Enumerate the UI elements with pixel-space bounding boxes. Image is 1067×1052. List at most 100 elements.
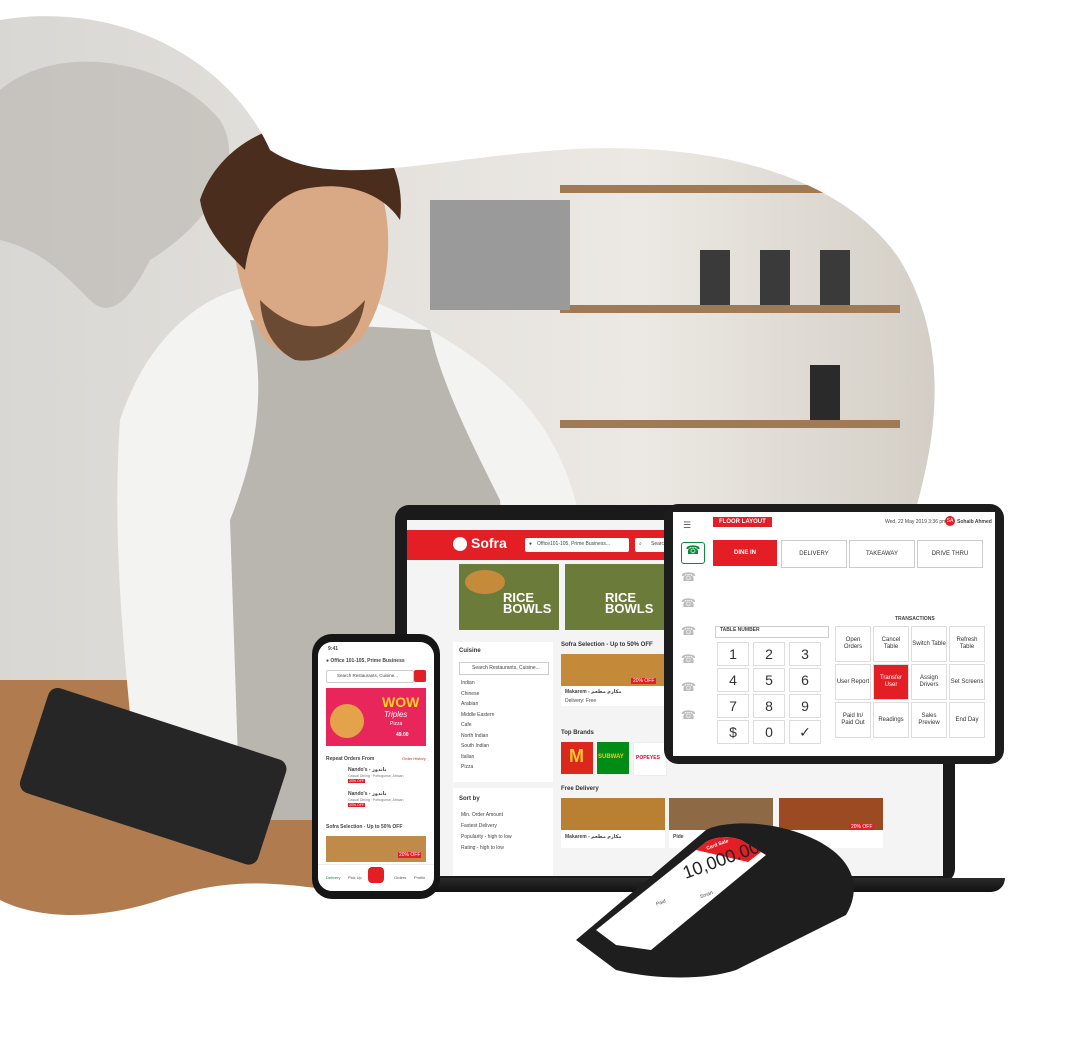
set-screens-button[interactable]: Set Screens	[949, 664, 985, 700]
banner-title-2: RICE BOWLS	[605, 591, 653, 615]
phone-icon[interactable]: ☎	[681, 680, 696, 694]
location-select[interactable]: ● Office101-105, Prime Business...	[525, 538, 629, 552]
tab-orders[interactable]: Orders	[394, 875, 406, 880]
mode-dine-in[interactable]: DINE IN	[713, 540, 777, 566]
table-number-input[interactable]: TABLE NUMBER	[715, 626, 829, 638]
mode-delivery[interactable]: DELIVERY	[781, 540, 847, 568]
banner-title: RICE BOWLS	[503, 591, 551, 615]
search-icon: ⌕	[639, 541, 642, 547]
discount-badge: 20% OFF	[398, 852, 422, 858]
phone-icon[interactable]: ☎	[681, 596, 696, 610]
menu-icon[interactable]: ☰	[683, 520, 691, 531]
tablet-screen: ☰ FLOOR LAYOUT Wed, 22 May 2019 3:36 pm …	[673, 512, 995, 756]
cuisine-item[interactable]: Middle Eastern	[461, 712, 494, 723]
floor-layout-button[interactable]: FLOOR LAYOUT	[713, 517, 772, 527]
tab-profile[interactable]: Profile	[414, 875, 425, 880]
keypad-3[interactable]: 3	[789, 642, 821, 666]
mode-takeaway[interactable]: TAKEAWAY	[849, 540, 915, 568]
filter-icon[interactable]	[414, 670, 426, 682]
cuisine-item[interactable]: Cafe	[461, 722, 494, 733]
sort-title: Sort by	[459, 796, 480, 802]
switch-table-button[interactable]: Switch Table	[911, 626, 947, 662]
sort-option[interactable]: Fastest Delivery	[461, 823, 512, 834]
cuisine-title: Cuisine	[459, 648, 481, 654]
sort-option[interactable]: Rating - high to low	[461, 845, 512, 856]
cuisine-item[interactable]: Indian	[461, 680, 494, 691]
cart-button[interactable]	[368, 867, 384, 883]
keypad-6[interactable]: 6	[789, 668, 821, 692]
sort-option[interactable]: Popularity - high to low	[461, 834, 512, 845]
phone-icon[interactable]: ☎	[681, 652, 696, 666]
sort-option[interactable]: Min. Order Amount	[461, 812, 512, 823]
brand-mcdonalds[interactable]: M	[561, 742, 593, 774]
avatar[interactable]: SA	[945, 516, 955, 526]
mcdonalds-logo-icon: M	[569, 746, 584, 766]
user-report-button[interactable]: User Report	[835, 664, 871, 700]
repeat-order-item[interactable]: Nando's - ناندوز Casual Dining · Portugu…	[326, 766, 426, 786]
cuisine-search-input[interactable]: Search Restaurants, Cuisine...	[459, 662, 549, 675]
date-time: Wed, 22 May 2019 3:36 pm	[885, 519, 947, 525]
phone-icon[interactable]: ☎	[681, 708, 696, 722]
brand-popeyes[interactable]: POPEYES	[633, 742, 667, 776]
promo-subtitle: Triples	[384, 710, 408, 719]
food-bowl-icon	[465, 570, 505, 594]
promo-item: Pizza	[390, 721, 403, 727]
keypad-0[interactable]: 0	[753, 720, 785, 744]
phone-search-placeholder: Search Restaurants, Cuisine...	[337, 673, 399, 678]
transfer-user-button[interactable]: Transfer User	[873, 664, 909, 700]
cancel-table-button[interactable]: Cancel Table	[873, 626, 909, 662]
popeyes-logo: POPEYES	[636, 755, 660, 761]
sales-preview-button[interactable]: Sales Preview	[911, 702, 947, 738]
phone-search-input[interactable]: Search Restaurants, Cuisine...	[326, 670, 414, 683]
transactions-title: TRANSACTIONS	[895, 616, 935, 622]
discount-badge: 20% OFF	[348, 803, 365, 807]
brand-name: Sofra	[471, 535, 507, 551]
keypad-4[interactable]: 4	[717, 668, 749, 692]
readings-button[interactable]: Readings	[873, 702, 909, 738]
banner-rice-bowls-2[interactable]: RICE BOWLS	[565, 564, 665, 630]
keypad-confirm[interactable]: ✓	[789, 720, 821, 744]
promo-title: WOW	[382, 694, 420, 710]
cuisine-item[interactable]: Arabian	[461, 701, 494, 712]
phone-icon[interactable]: ☎	[681, 624, 696, 638]
phone-location[interactable]: ● Office 101-105, Prime Business	[326, 658, 405, 664]
refresh-table-button[interactable]: Refresh Table	[949, 626, 985, 662]
restaurant-card[interactable]: 20% OFF Makarem - مكارم مطعم Delivery: F…	[561, 654, 665, 706]
phone-icon[interactable]: ☎	[681, 570, 696, 584]
tab-pickup[interactable]: Pick Up	[348, 875, 362, 880]
cuisine-item[interactable]: South Indian	[461, 743, 494, 754]
phone-screen: 9:41 ● Office 101-105, Prime Business Se…	[318, 642, 434, 891]
keypad-dollar[interactable]: $	[717, 720, 749, 744]
promo-banner[interactable]: WOW Triples Pizza 49.00	[326, 688, 426, 746]
assign-drivers-button[interactable]: Assign Drivers	[911, 664, 947, 700]
order-history-link[interactable]: Order History	[402, 756, 426, 761]
sofra-logo-icon	[453, 537, 467, 551]
open-orders-button[interactable]: Open Orders	[835, 626, 871, 662]
keypad-9[interactable]: 9	[789, 694, 821, 718]
paid-in-out-button[interactable]: Paid In/ Paid Out	[835, 702, 871, 738]
cuisine-item[interactable]: Pizza	[461, 764, 494, 775]
mode-drive-thru[interactable]: DRIVE THRU	[917, 540, 983, 568]
keypad-7[interactable]: 7	[717, 694, 749, 718]
delivery-fee: Delivery: Free	[565, 698, 597, 704]
cuisine-item[interactable]: Chinese	[461, 691, 494, 702]
banner-rice-bowls-1[interactable]: RICE BOWLS	[459, 564, 559, 630]
restaurant-category: Casual Dining · Portuguese, African	[348, 774, 404, 778]
keypad-5[interactable]: 5	[753, 668, 785, 692]
repeat-order-item[interactable]: Nando's - ناندوز Casual Dining · Portugu…	[326, 790, 426, 810]
user-name: Sohaib Ahmed	[957, 519, 992, 525]
phone-icon[interactable]: ☎	[681, 542, 705, 564]
phone-restaurant-card[interactable]: 20% OFF	[326, 836, 426, 862]
map-pin-icon: ●	[529, 541, 533, 547]
brand-subway[interactable]: SUBWAY	[597, 742, 629, 774]
top-brands-title: Top Brands	[561, 730, 594, 736]
end-day-button[interactable]: End Day	[949, 702, 985, 738]
cuisine-item[interactable]: Italian	[461, 754, 494, 765]
keypad-2[interactable]: 2	[753, 642, 785, 666]
keypad-8[interactable]: 8	[753, 694, 785, 718]
phone-selection-title: Sofra Selection - Up to 50% OFF	[326, 824, 403, 830]
location-text: Office101-105, Prime Business...	[537, 541, 610, 547]
cuisine-item[interactable]: North Indian	[461, 733, 494, 744]
tab-delivery[interactable]: Delivery	[326, 875, 340, 880]
keypad-1[interactable]: 1	[717, 642, 749, 666]
